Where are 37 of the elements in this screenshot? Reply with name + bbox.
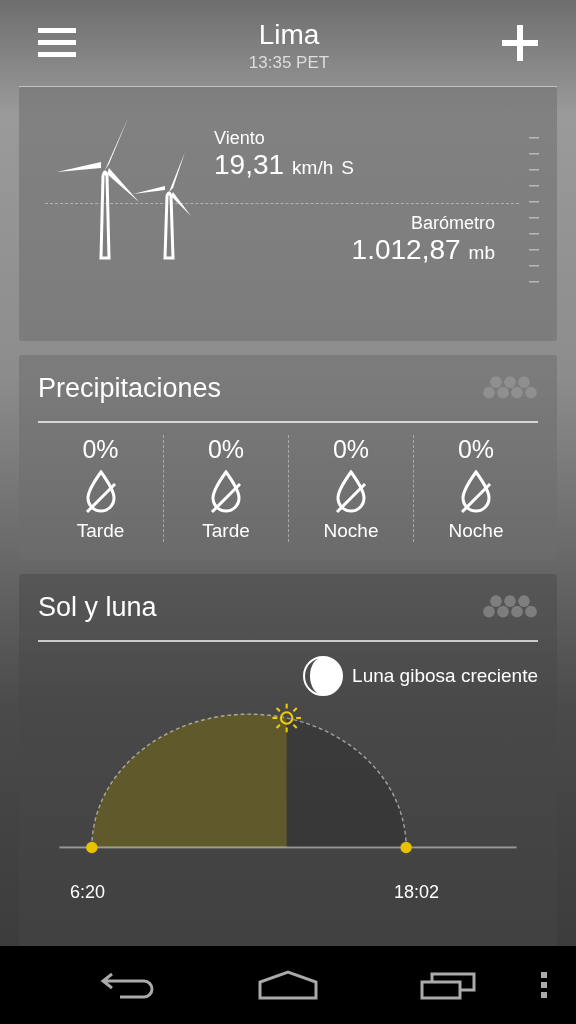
no-rain-drop-icon: [209, 470, 243, 514]
no-rain-drop-icon: [83, 470, 118, 514]
barometer-label: Barómetro: [409, 212, 495, 234]
period-label: Noche: [323, 520, 379, 542]
pressure-unit: mb: [468, 242, 495, 264]
sun-icon: [272, 703, 301, 733]
card-title: Sol y luna: [38, 591, 157, 623]
back-icon[interactable]: [100, 970, 156, 1000]
period-label: Tarde: [76, 520, 125, 542]
wind-direction: S: [341, 157, 354, 179]
moon-phase-icon: [303, 656, 344, 696]
home-icon[interactable]: [258, 970, 318, 1000]
add-icon[interactable]: [502, 25, 538, 61]
local-time: 13:35 PET: [248, 52, 330, 74]
precipitation-chance: 0%: [457, 435, 495, 464]
period-label: Noche: [448, 520, 504, 542]
period-label: Tarde: [202, 520, 250, 542]
card-title: Precipitaciones: [38, 372, 222, 404]
city-title: Lima: [257, 18, 321, 52]
recent-apps-icon[interactable]: [420, 970, 476, 1000]
precipitation-chance: 0%: [82, 435, 119, 464]
wind-speed: 19,31: [214, 149, 285, 181]
menu-icon[interactable]: [38, 28, 76, 58]
wind-unit: km/h: [292, 157, 334, 179]
dots-icon: [482, 595, 538, 619]
sunrise-time: 6:20: [70, 882, 106, 903]
overflow-menu-icon[interactable]: [540, 970, 548, 1000]
sunrise-dot: [86, 841, 98, 854]
no-rain-drop-icon: [459, 470, 493, 514]
moon-phase-label: Luna gibosa creciente: [352, 665, 538, 687]
precipitation-chance: 0%: [332, 435, 370, 464]
wind-label: Viento: [214, 127, 266, 149]
precipitation-chance: 0%: [207, 435, 245, 464]
sunset-dot: [400, 841, 412, 854]
sunset-time: 18:02: [394, 882, 440, 903]
pressure-value: 1.012,87: [351, 234, 461, 266]
no-rain-drop-icon: [334, 470, 368, 514]
